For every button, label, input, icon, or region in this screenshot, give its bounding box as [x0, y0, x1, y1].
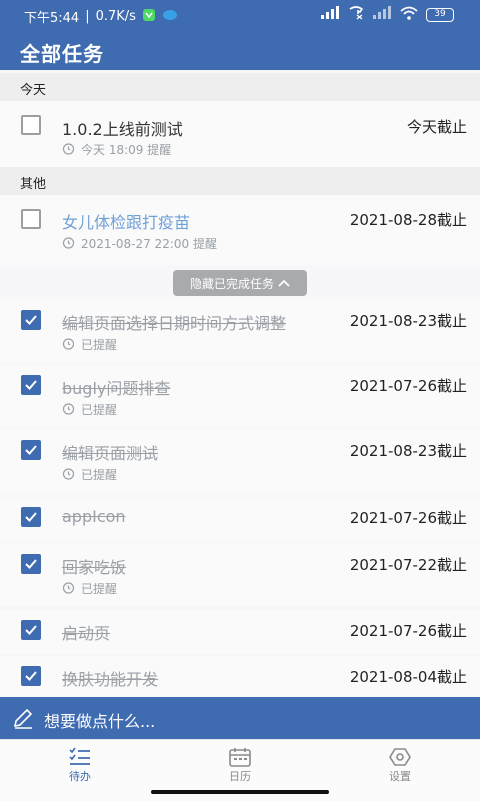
- alarm-icon: [62, 402, 75, 418]
- task-item[interactable]: appIcon 2021-07-26截止: [0, 497, 480, 541]
- task-reminder: 已提醒: [62, 580, 117, 597]
- task-reminder-text: 已提醒: [81, 403, 118, 417]
- battery-level: 39: [434, 8, 446, 19]
- task-checkbox[interactable]: [21, 554, 41, 574]
- task-reminder: 已提醒: [62, 336, 117, 353]
- task-reminder: 已提醒: [62, 401, 117, 418]
- tab-settings[interactable]: 设置: [360, 746, 440, 784]
- pencil-icon: [12, 707, 34, 733]
- task-checkbox[interactable]: [21, 209, 41, 229]
- hide-completed-label: 隐藏已完成任务: [189, 276, 274, 291]
- status-time: 下午5:44: [24, 11, 80, 26]
- task-title: 换肤功能开发: [62, 670, 159, 689]
- task-item[interactable]: 女儿体检跟打疫苗 2021-08-28截止 2021-08-27 22:00 提…: [0, 195, 480, 265]
- task-reminder-text: 已提醒: [81, 468, 118, 482]
- task-due: 今天截止: [406, 118, 467, 136]
- task-item[interactable]: 回家吃饭 2021-07-22截止 已提醒: [0, 544, 480, 606]
- task-checkbox[interactable]: [21, 440, 41, 460]
- tab-calendar-label: 日历: [229, 770, 251, 783]
- task-reminder: 已提醒: [62, 466, 117, 483]
- task-title: bugly问题排查: [62, 379, 171, 398]
- task-item[interactable]: 编辑页面选择日期时间方式调整 2021-08-23截止 已提醒: [0, 300, 480, 362]
- task-due: 2021-07-26截止: [349, 377, 467, 395]
- task-checkbox[interactable]: [21, 620, 41, 640]
- task-checkbox[interactable]: [21, 507, 41, 527]
- task-due: 2021-07-26截止: [349, 622, 467, 640]
- calendar-icon: [200, 746, 280, 768]
- task-title: appIcon: [62, 507, 126, 526]
- task-due: 2021-08-28截止: [349, 211, 467, 229]
- task-checkbox[interactable]: [21, 310, 41, 330]
- task-reminder-text: 已提醒: [81, 338, 118, 352]
- settings-icon: [360, 746, 440, 768]
- task-title: 编辑页面选择日期时间方式调整: [62, 314, 287, 333]
- task-due: 2021-08-04截止: [349, 668, 467, 686]
- tab-todo[interactable]: 待办: [40, 746, 120, 784]
- call-muted-icon: [348, 6, 364, 23]
- task-due: 2021-08-23截止: [349, 312, 467, 330]
- status-separator: |: [85, 9, 90, 24]
- status-speed: 0.7K/s: [95, 9, 136, 24]
- task-checkbox[interactable]: [21, 115, 41, 135]
- signal-weak-icon: [372, 6, 392, 23]
- alarm-icon: [62, 581, 75, 597]
- task-title: 启动页: [62, 624, 111, 643]
- task-due: 2021-08-23截止: [349, 442, 467, 460]
- section-header-today: 今天: [0, 73, 480, 101]
- task-checkbox[interactable]: [21, 375, 41, 395]
- chevron-up-icon: [278, 276, 290, 290]
- app-notification-icon: [162, 9, 178, 25]
- task-reminder: 今天 18:09 提醒: [62, 141, 171, 158]
- task-reminder-text: 今天 18:09 提醒: [81, 143, 172, 157]
- task-title: 回家吃饭: [62, 558, 127, 577]
- task-reminder: 2021-08-27 22:00 提醒: [62, 235, 217, 252]
- signal-icon: [320, 6, 340, 23]
- page-title: 全部任务: [20, 42, 104, 66]
- task-item[interactable]: 1.0.2上线前测试 今天截止 今天 18:09 提醒: [0, 101, 480, 167]
- hide-completed-button[interactable]: 隐藏已完成任务: [173, 270, 307, 296]
- section-header-other: 其他: [0, 167, 480, 195]
- task-reminder-text: 已提醒: [81, 582, 118, 596]
- home-indicator[interactable]: [151, 790, 329, 794]
- alarm-icon: [62, 236, 75, 252]
- alarm-icon: [62, 467, 75, 483]
- alarm-icon: [62, 337, 75, 353]
- task-checkbox[interactable]: [21, 666, 41, 686]
- wifi-icon: [400, 6, 418, 23]
- checklist-icon: [40, 746, 120, 768]
- task-reminder-text: 2021-08-27 22:00 提醒: [81, 237, 217, 251]
- app-bar: 全部任务: [0, 30, 480, 70]
- section-today-label: 今天: [20, 83, 47, 98]
- task-title: 编辑页面测试: [62, 444, 159, 463]
- task-item[interactable]: 启动页 2021-07-26截止: [0, 610, 480, 654]
- tab-settings-label: 设置: [389, 770, 411, 783]
- new-task-input[interactable]: 想要做点什么...: [0, 697, 480, 739]
- task-title: 1.0.2上线前测试: [62, 120, 183, 139]
- task-item[interactable]: 换肤功能开发 2021-08-04截止: [0, 656, 480, 697]
- task-due: 2021-07-22截止: [349, 556, 467, 574]
- task-title: 女儿体检跟打疫苗: [62, 213, 191, 232]
- battery-icon: 39: [426, 7, 454, 22]
- alarm-icon: [62, 142, 75, 158]
- tab-calendar[interactable]: 日历: [200, 746, 280, 784]
- tab-todo-label: 待办: [69, 770, 91, 783]
- task-item[interactable]: 编辑页面测试 2021-08-23截止 已提醒: [0, 430, 480, 492]
- new-task-placeholder: 想要做点什么...: [44, 712, 156, 731]
- shield-icon: [142, 8, 156, 26]
- task-item[interactable]: bugly问题排查 2021-07-26截止 已提醒: [0, 365, 480, 427]
- task-due: 2021-07-26截止: [349, 509, 467, 527]
- section-other-label: 其他: [20, 177, 47, 192]
- status-bar: 下午5:44 | 0.7K/s 39: [0, 0, 480, 30]
